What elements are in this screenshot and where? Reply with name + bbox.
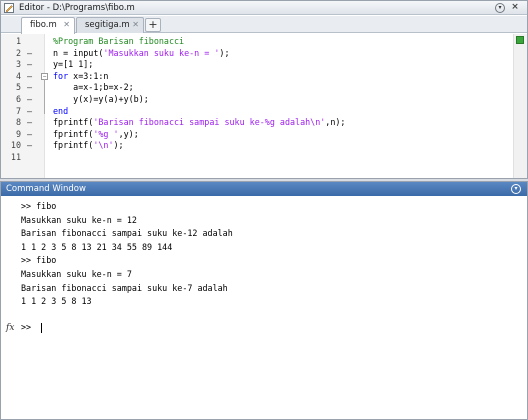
breakpoint-marker[interactable]: – [27, 140, 32, 152]
breakpoint-marker[interactable]: – [27, 82, 32, 94]
tab-segitiga[interactable]: segitiga.m ✕ [76, 17, 144, 33]
editor-window: Editor - D:\Programs\fibo.m ▾ × fibo.m ✕… [0, 0, 528, 179]
output-line: >> fibo [21, 255, 57, 266]
command-window-titlebar[interactable]: Command Window ▾ [1, 182, 527, 196]
code-editor[interactable]: 1 %Program Barisan fibonacci 2– n = input('… [1, 34, 527, 178]
code-line[interactable]: 5– a=x-1;b=x-2; [1, 82, 511, 94]
editor-title: Editor - D:\Programs\fibo.m [19, 3, 135, 13]
output-line: Barisan fibonacci sampai suku ke-12 adal… [21, 228, 233, 239]
output-line: 1 1 2 3 5 8 13 21 34 55 89 144 [21, 241, 173, 252]
command-window-output[interactable]: >> fibo Masukkan suku ke-n = 12 Barisan fi… [1, 197, 527, 419]
line-number: 9 [15, 128, 21, 139]
breakpoint-marker[interactable]: – [27, 59, 32, 71]
tab-label: fibo.m [30, 20, 57, 30]
code-line[interactable]: 10– fprintf('\n'); [1, 140, 511, 152]
code-line[interactable]: 3– y=[1 1]; [1, 59, 511, 71]
breakpoint-marker[interactable]: – [27, 106, 32, 118]
tab-label: segitiga.m [85, 20, 130, 30]
code-text: fprintf('Barisan fibonacci sampai suku k… [53, 117, 346, 128]
new-tab-button[interactable]: + [145, 18, 161, 32]
code-line[interactable]: 2– n = input('Masukkan suku ke-n = '); [1, 48, 511, 60]
command-prompt: >> [21, 322, 32, 332]
function-browser-icon[interactable]: fx [6, 323, 14, 333]
line-number: 3 [15, 59, 21, 70]
code-analyzer-status-icon[interactable] [516, 36, 524, 44]
code-text: a=x-1;b=x-2; [53, 82, 134, 93]
code-line[interactable]: 6– y(x)=y(a)+y(b); [1, 94, 511, 106]
code-line[interactable]: 7– end [1, 106, 511, 118]
editor-scrollbar[interactable] [513, 34, 527, 178]
line-number: 5 [15, 82, 21, 93]
line-number: 11 [10, 152, 21, 162]
line-number: 7 [15, 105, 21, 116]
tab-close-icon[interactable]: ✕ [63, 18, 70, 32]
breakpoint-marker[interactable]: – [27, 94, 32, 106]
breakpoint-marker[interactable]: – [27, 117, 32, 129]
code-line[interactable]: 1 %Program Barisan fibonacci [1, 36, 511, 48]
code-text: end [53, 105, 69, 116]
output-line: Masukkan suku ke-n = 12 [21, 214, 137, 225]
line-number: 8 [15, 117, 21, 128]
code-text: y(x)=y(a)+y(b); [53, 94, 149, 104]
code-text: y=[1 1]; [53, 59, 94, 70]
code-text: n = input('Masukkan suku ke-n = '); [53, 47, 230, 58]
line-number: 6 [15, 94, 21, 104]
command-window-actions-icon[interactable]: ▾ [511, 184, 521, 194]
code-line[interactable]: 11 [1, 152, 511, 164]
code-line[interactable]: 8– fprintf('Barisan fibonacci sampai suku… [1, 117, 511, 129]
code-text: for x=3:1:n [53, 70, 109, 81]
output-line: >> fibo [21, 201, 57, 211]
output-line: Masukkan suku ke-n = 7 [21, 269, 132, 279]
breakpoint-marker[interactable]: – [27, 71, 32, 83]
code-text: fprintf('\n'); [53, 140, 124, 151]
editor-actions-menu-icon[interactable]: ▾ [495, 3, 505, 13]
breakpoint-marker[interactable]: – [27, 48, 32, 60]
line-number: 4 [15, 70, 21, 81]
code-text: %Program Barisan fibonacci [53, 36, 185, 46]
code-line[interactable]: 4– − for x=3:1:n [1, 71, 511, 83]
editor-pencil-icon [4, 3, 14, 13]
code-text: fprintf('%g ',y); [53, 128, 139, 139]
tab-close-icon[interactable]: ✕ [132, 18, 139, 32]
code-line[interactable]: 9– fprintf('%g ',y); [1, 129, 511, 141]
output-line: 1 1 2 3 5 8 13 [21, 296, 92, 307]
text-cursor [41, 323, 42, 333]
fold-guide [44, 79, 45, 114]
editor-close-icon[interactable]: × [510, 2, 520, 13]
tab-fibo[interactable]: fibo.m ✕ [21, 17, 75, 34]
output-line: Barisan fibonacci sampai suku ke-7 adala… [21, 282, 228, 293]
editor-titlebar[interactable]: Editor - D:\Programs\fibo.m ▾ × [1, 1, 527, 15]
line-number: 2 [15, 47, 21, 58]
line-number: 1 [15, 36, 21, 46]
command-window: Command Window ▾ >> fibo Masukkan suku ke… [0, 181, 528, 420]
command-window-title: Command Window [6, 184, 86, 194]
editor-tab-strip: fibo.m ✕ segitiga.m ✕ + [1, 16, 527, 34]
line-number: 10 [10, 140, 21, 151]
breakpoint-marker[interactable]: – [27, 129, 32, 141]
